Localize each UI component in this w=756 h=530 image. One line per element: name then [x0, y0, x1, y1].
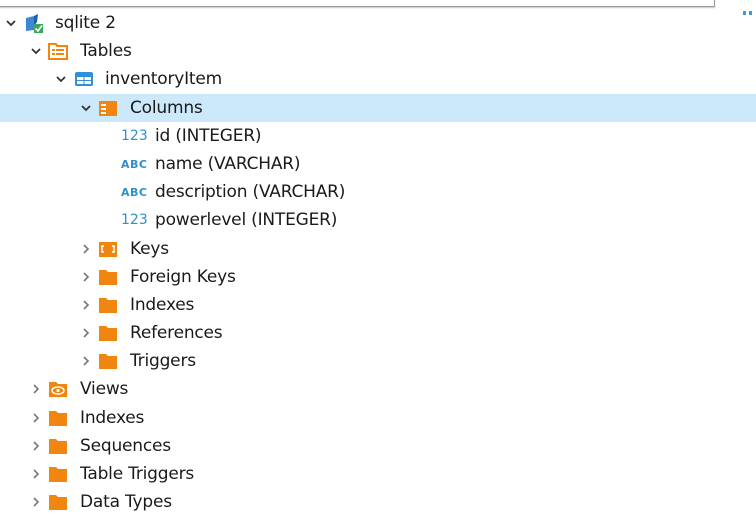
toolbar-icon-fragment: [743, 0, 756, 15]
views-icon: [48, 380, 68, 398]
tree-node-label: inventoryItem: [105, 69, 223, 90]
folder-icon: [98, 324, 118, 342]
chevron-right-icon[interactable]: [79, 326, 93, 340]
tree-node-label: Keys: [130, 238, 169, 259]
chevron-right-icon[interactable]: [29, 467, 43, 481]
tree-node-triggers[interactable]: Triggers: [0, 347, 756, 375]
tree-node-references[interactable]: References: [0, 319, 756, 347]
folder-icon: [48, 465, 68, 483]
tree-node-label: sqlite 2: [55, 13, 116, 33]
tree-node-label: Triggers: [130, 351, 196, 372]
tree-node-label: Data Types: [80, 492, 172, 513]
tree-node-column[interactable]: ABC description (VARCHAR): [0, 178, 756, 206]
chevron-right-icon[interactable]: [79, 298, 93, 312]
tree-node-indexes[interactable]: Indexes: [0, 291, 756, 319]
chevron-down-icon[interactable]: [4, 16, 18, 30]
tree-node-column[interactable]: ABC name (VARCHAR): [0, 150, 756, 178]
tree-node-label: Tables: [80, 41, 132, 62]
tree-node-keys[interactable]: Keys: [0, 235, 756, 263]
folder-icon: [48, 493, 68, 511]
folder-icon: [98, 268, 118, 286]
chevron-down-icon[interactable]: [54, 72, 68, 86]
tables-folder-icon: [48, 42, 68, 61]
keys-icon: [98, 240, 118, 258]
column-label: description (VARCHAR): [155, 182, 346, 203]
tree-node-sequences[interactable]: Sequences: [0, 432, 756, 460]
tree-node-column[interactable]: 123 powerlevel (INTEGER): [0, 206, 756, 234]
chevron-down-icon[interactable]: [29, 44, 43, 58]
chevron-down-icon[interactable]: [79, 101, 93, 115]
tree-node-connection[interactable]: sqlite 2: [0, 9, 756, 37]
tree-node-views[interactable]: Views: [0, 375, 756, 403]
chevron-right-icon[interactable]: [29, 439, 43, 453]
tree-node-label: Columns: [130, 97, 203, 118]
numeric-column-icon: 123: [121, 212, 148, 229]
folder-icon: [48, 409, 68, 427]
tree-node-label: Indexes: [80, 407, 145, 428]
columns-folder-icon: [98, 99, 118, 117]
table-icon: [74, 70, 94, 88]
tree-node-table[interactable]: inventoryItem: [0, 65, 756, 93]
column-label: name (VARCHAR): [155, 153, 301, 174]
tree-node-label: Indexes: [130, 294, 195, 315]
tree-node-tables[interactable]: Tables: [0, 37, 756, 65]
column-label: id (INTEGER): [155, 125, 262, 146]
chevron-right-icon[interactable]: [29, 495, 43, 509]
tree-node-indexes[interactable]: Indexes: [0, 404, 756, 432]
tree-node-columns[interactable]: Columns: [0, 93, 756, 122]
column-label: powerlevel (INTEGER): [155, 210, 338, 231]
tree-node-column[interactable]: 123 id (INTEGER): [0, 122, 756, 150]
text-column-icon: ABC: [121, 186, 148, 200]
numeric-column-icon: 123: [121, 127, 148, 144]
chevron-right-icon[interactable]: [79, 242, 93, 256]
chevron-right-icon[interactable]: [79, 270, 93, 284]
folder-icon: [98, 296, 118, 314]
tree-node-label: References: [130, 323, 223, 344]
chevron-right-icon[interactable]: [29, 382, 43, 396]
folder-icon: [48, 437, 68, 455]
tree-node-label: Sequences: [80, 435, 171, 456]
chevron-right-icon[interactable]: [79, 354, 93, 368]
folder-icon: [98, 352, 118, 370]
chevron-right-icon[interactable]: [29, 411, 43, 425]
tree-node-foreign-keys[interactable]: Foreign Keys: [0, 263, 756, 291]
tree-node-table-triggers[interactable]: Table Triggers: [0, 460, 756, 488]
filter-input[interactable]: [0, 0, 715, 7]
tree-node-label: Foreign Keys: [130, 266, 236, 287]
text-column-icon: ABC: [121, 157, 148, 171]
database-navigator-tree: sqlite 2 Tables inventoryItem Columns 12…: [0, 9, 756, 516]
tree-node-label: Table Triggers: [80, 464, 195, 484]
tree-node-label: Views: [80, 379, 129, 400]
tree-node-data-types[interactable]: Data Types: [0, 488, 756, 516]
sqlite-connection-icon: [24, 14, 44, 33]
